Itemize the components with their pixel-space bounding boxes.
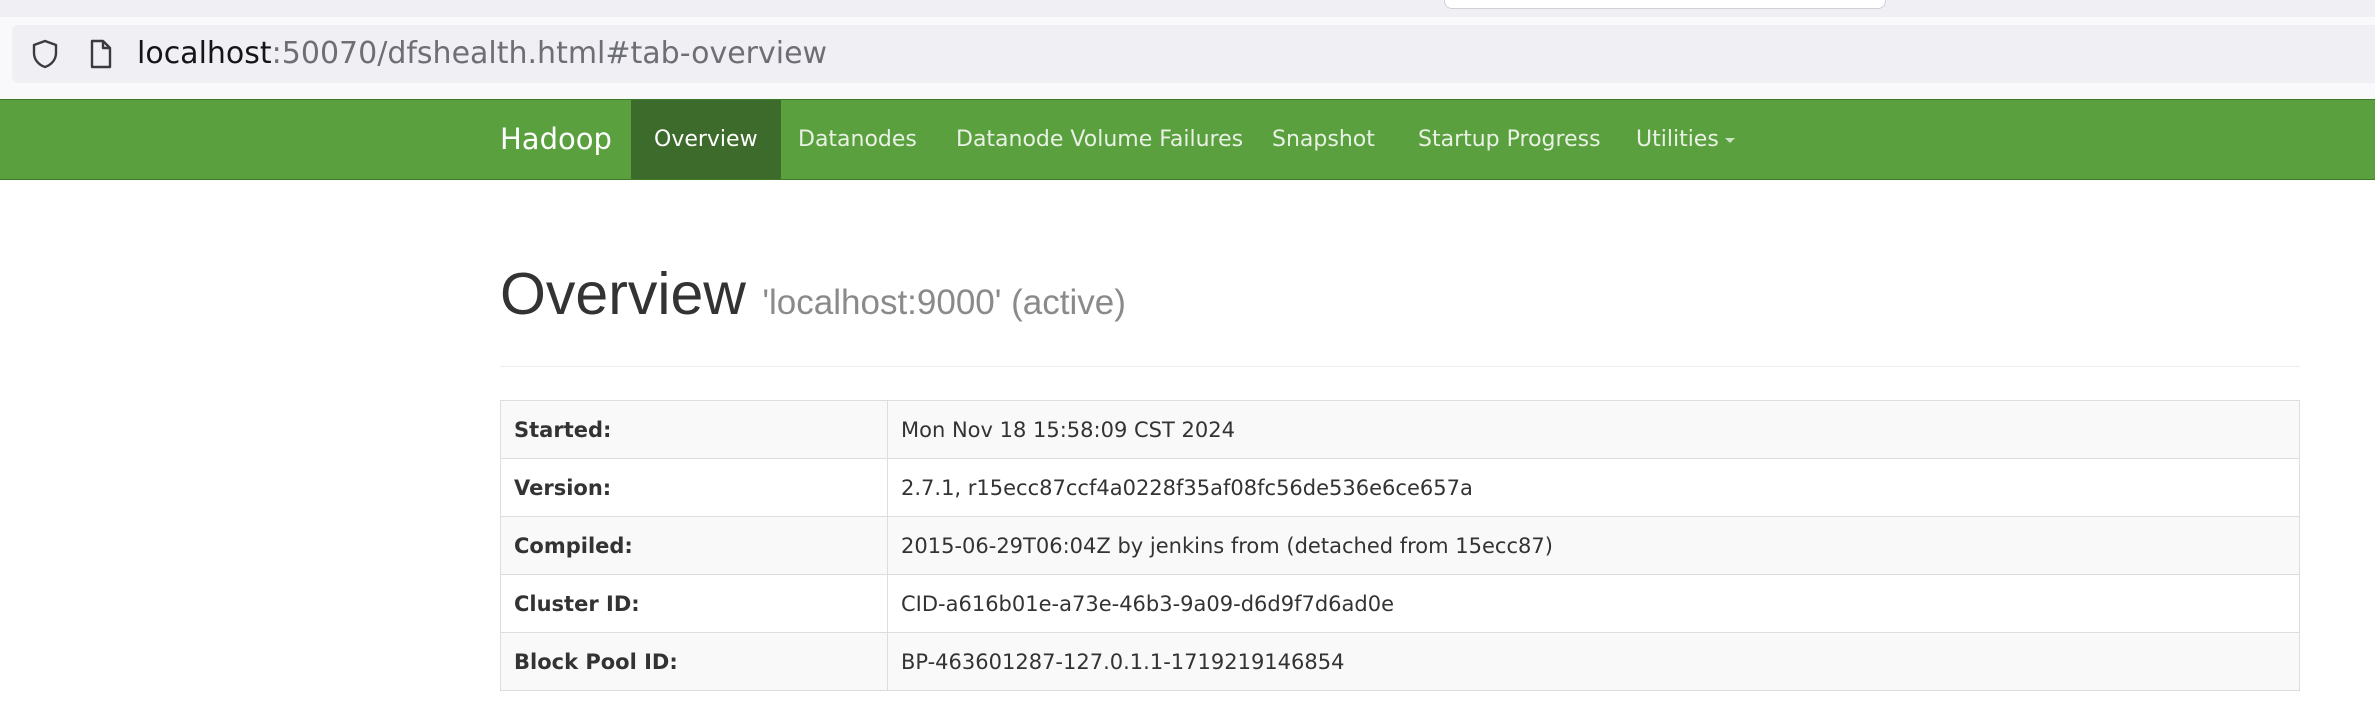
url-text[interactable]: localhost:50070/dfshealth.html#tab-overv… [137, 37, 827, 71]
url-host: localhost [137, 36, 272, 71]
nav-tab-label: Overview [654, 127, 758, 152]
nav-tab-label: Snapshot [1272, 127, 1375, 152]
page-title: Overview [500, 261, 746, 327]
row-key-started: Started: [500, 400, 888, 459]
browser-toolbar: localhost:50070/dfshealth.html#tab-overv… [0, 17, 2375, 99]
browser-tab[interactable] [1444, 0, 1886, 9]
nav-tab-label: Datanodes [798, 127, 917, 152]
nav-tab-label: Datanode Volume Failures [956, 127, 1244, 152]
navbar-brand[interactable]: Hadoop [500, 100, 612, 179]
address-bar[interactable]: localhost:50070/dfshealth.html#tab-overv… [12, 25, 2375, 83]
browser-tab-strip [0, 0, 2375, 17]
caret-down-icon [1724, 137, 1735, 143]
row-value-cluster-id: CID-a616b01e-a73e-46b3-9a09-d6d9f7d6ad0e [887, 574, 2300, 633]
nav-tab-datanodes[interactable]: Datanodes [775, 100, 940, 179]
overview-table: Started: Mon Nov 18 15:58:09 CST 2024 Ve… [500, 400, 2300, 691]
table-row: Version: 2.7.1, r15ecc87ccf4a0228f35af08… [500, 458, 2300, 517]
page-header: Overview 'localhost:9000' (active) [500, 260, 2300, 328]
nav-tab-label: Startup Progress [1418, 127, 1601, 152]
navbar: Hadoop Overview Datanodes Datanode Volum… [0, 99, 2375, 180]
nav-tab-datanode-volume-failures[interactable]: Datanode Volume Failures [933, 100, 1266, 179]
table-row: Block Pool ID: BP-463601287-127.0.1.1-17… [500, 632, 2300, 691]
row-value-compiled: 2015-06-29T06:04Z by jenkins from (detac… [887, 516, 2300, 575]
row-value-version: 2.7.1, r15ecc87ccf4a0228f35af08fc56de536… [887, 458, 2300, 517]
url-path: :50070/dfshealth.html#tab-overview [271, 36, 828, 71]
row-key-version: Version: [500, 458, 888, 517]
table-row: Compiled: 2015-06-29T06:04Z by jenkins f… [500, 516, 2300, 575]
row-key-compiled: Compiled: [500, 516, 888, 575]
row-key-block-pool-id: Block Pool ID: [500, 632, 888, 691]
nav-dropdown-utilities[interactable]: Utilities [1613, 100, 1758, 179]
nav-tab-startup-progress[interactable]: Startup Progress [1395, 100, 1624, 179]
shield-icon[interactable] [29, 38, 61, 70]
nav-tab-snapshot[interactable]: Snapshot [1249, 100, 1398, 179]
table-row: Cluster ID: CID-a616b01e-a73e-46b3-9a09-… [500, 574, 2300, 633]
page-icon[interactable] [84, 38, 116, 70]
nav-tab-overview[interactable]: Overview [631, 100, 781, 179]
nav-tab-label: Utilities [1636, 127, 1719, 152]
row-value-started: Mon Nov 18 15:58:09 CST 2024 [887, 400, 2300, 459]
header-divider [500, 366, 2300, 367]
row-key-cluster-id: Cluster ID: [500, 574, 888, 633]
page-subtitle: 'localhost:9000' (active) [762, 283, 1126, 322]
table-row: Started: Mon Nov 18 15:58:09 CST 2024 [500, 400, 2300, 459]
row-value-block-pool-id: BP-463601287-127.0.1.1-1719219146854 [887, 632, 2300, 691]
